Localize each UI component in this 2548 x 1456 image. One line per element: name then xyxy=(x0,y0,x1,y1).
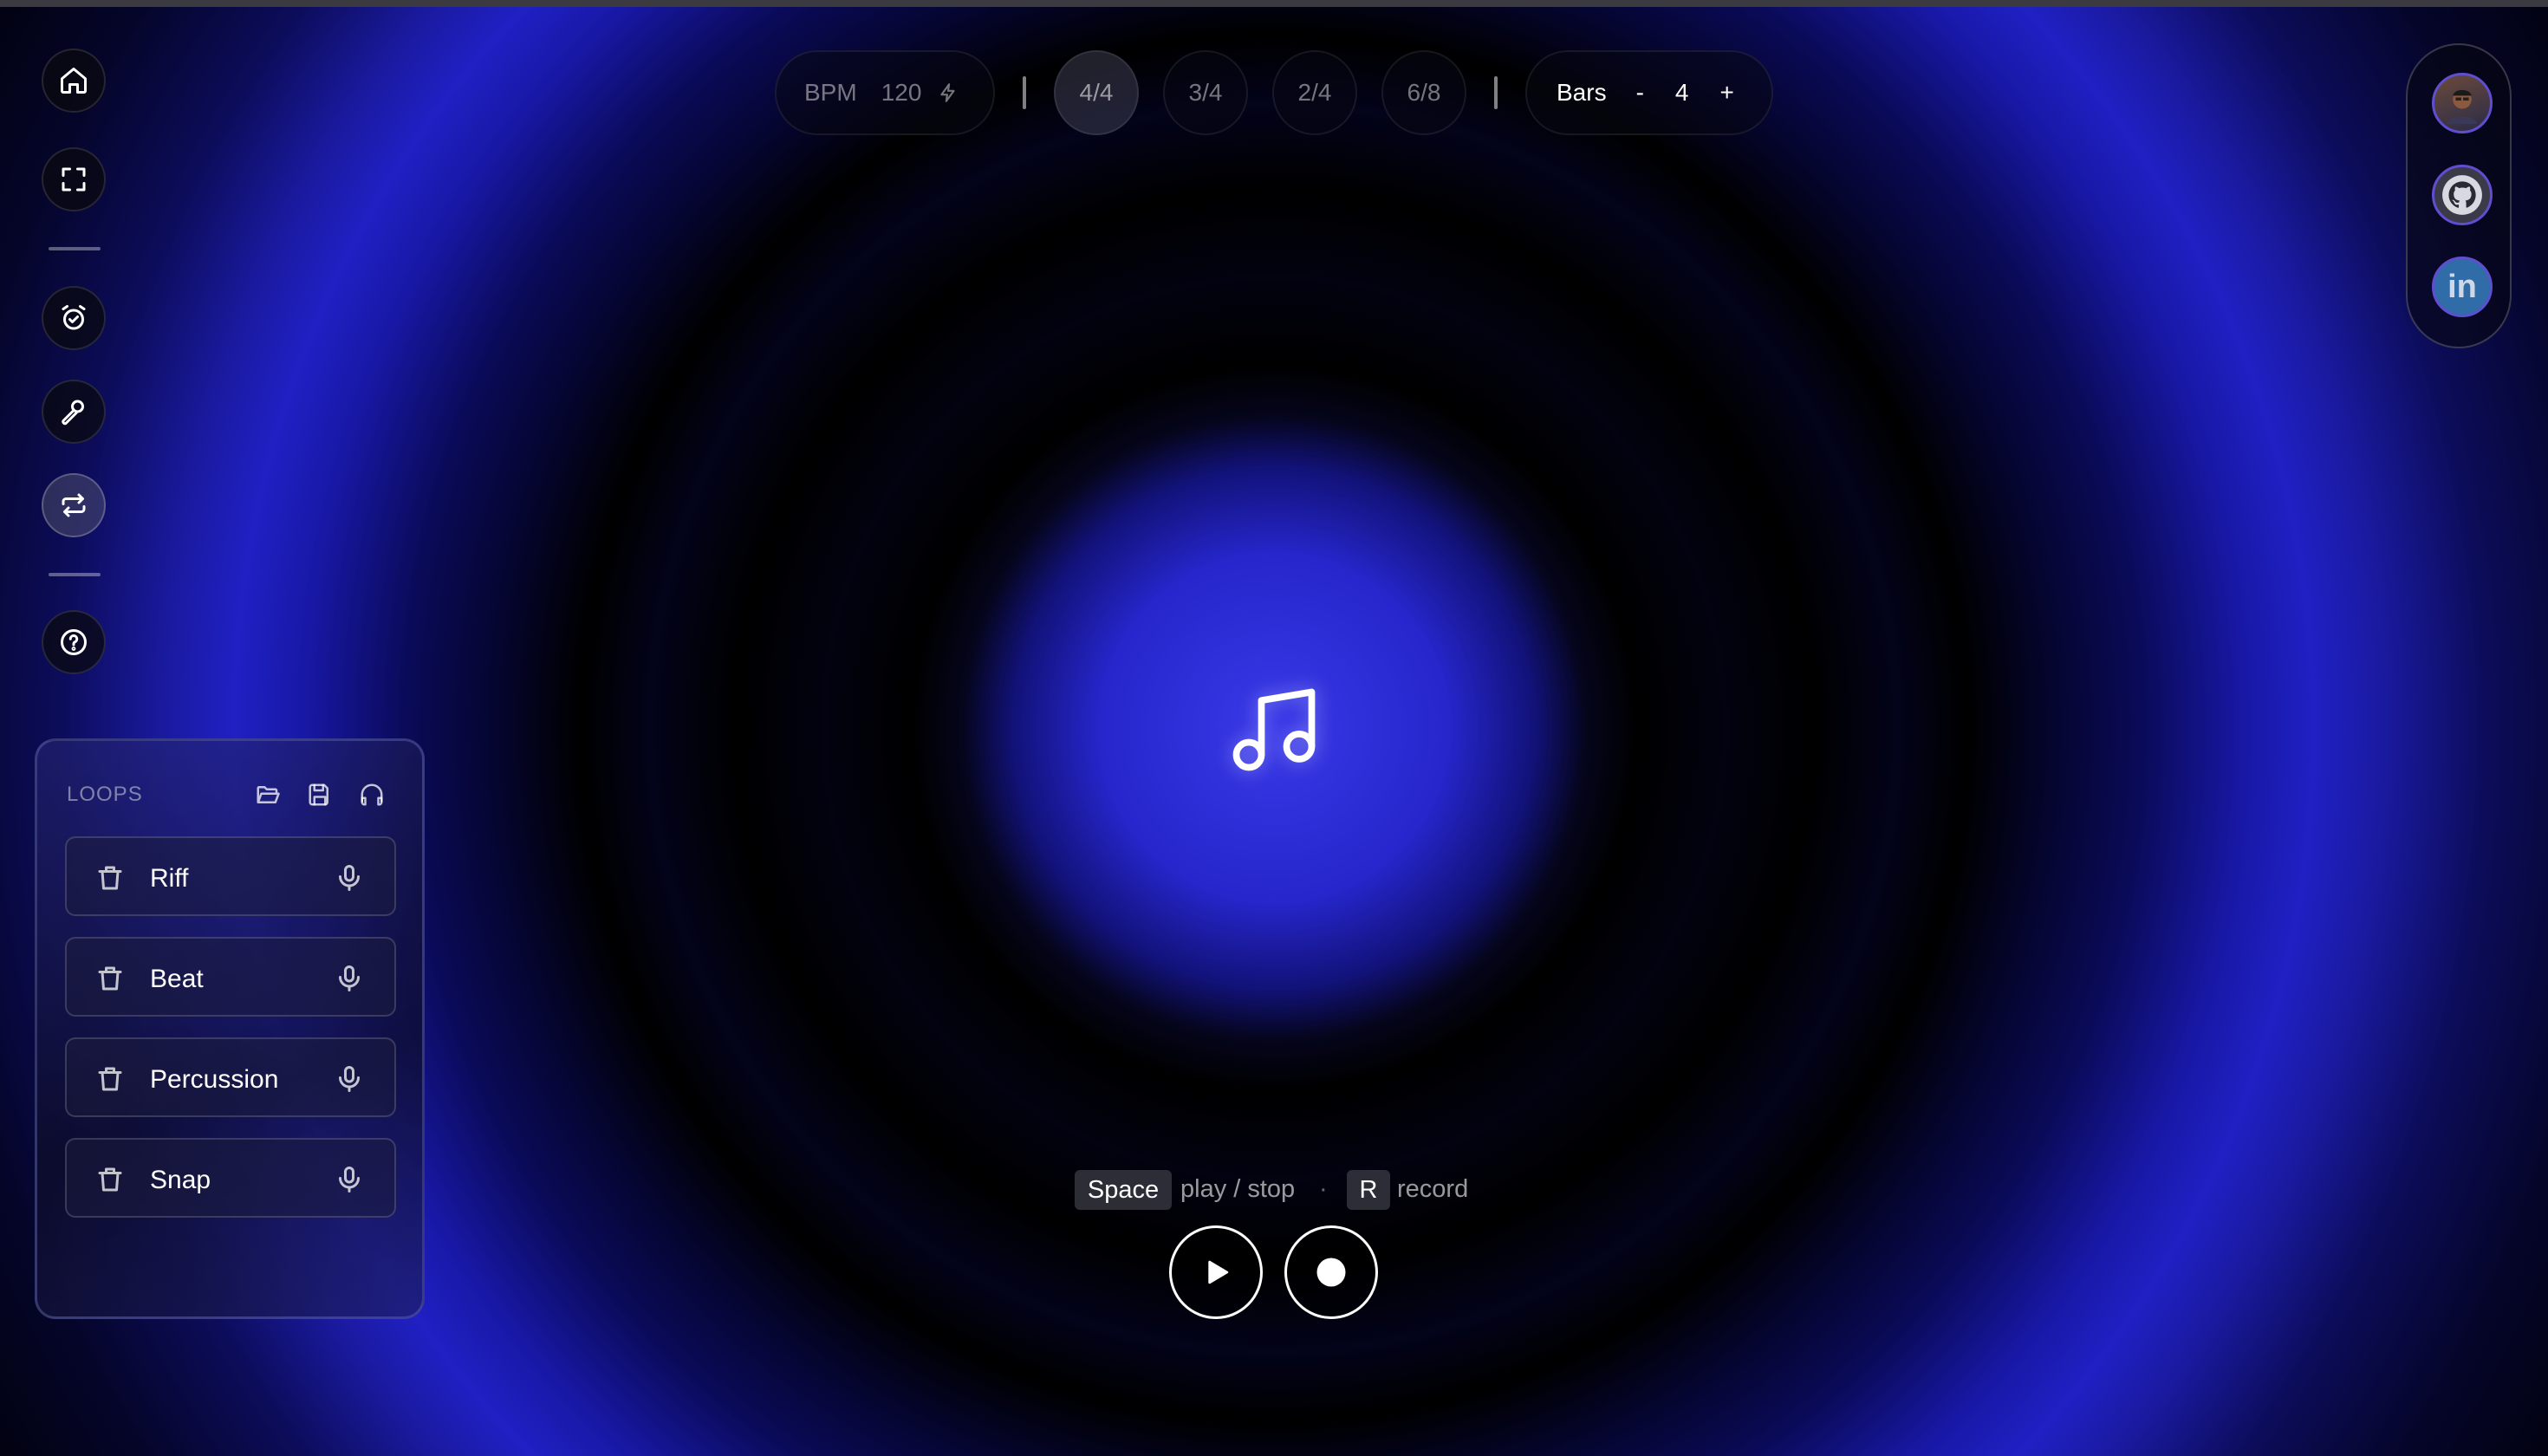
loop-button[interactable] xyxy=(42,473,106,537)
loop-name: Beat xyxy=(150,965,204,993)
loop-item[interactable]: Beat xyxy=(65,937,396,1017)
linkedin-icon: in xyxy=(2447,268,2477,305)
rail-divider xyxy=(49,247,101,250)
trash-icon[interactable] xyxy=(94,1164,126,1195)
play-icon xyxy=(1208,1260,1229,1284)
bpm-label: BPM xyxy=(804,79,857,106)
bars-increment-button[interactable]: + xyxy=(1719,79,1733,107)
folder-open-icon xyxy=(257,786,280,803)
hint-separator: · xyxy=(1319,1175,1328,1203)
space-key-hint: play / stop xyxy=(1180,1175,1296,1203)
bars-decrement-button[interactable]: - xyxy=(1636,79,1644,107)
bpm-control[interactable]: BPM 120 xyxy=(775,50,995,135)
toolbar-divider xyxy=(1494,76,1498,109)
loop-name: Percussion xyxy=(150,1065,279,1094)
record-mic-button[interactable] xyxy=(42,380,106,444)
loops-title: LOOPS xyxy=(67,783,143,806)
brush-icon xyxy=(62,400,84,426)
avatar[interactable] xyxy=(2432,73,2493,133)
save-loops-button[interactable] xyxy=(302,777,337,812)
bars-label: Bars xyxy=(1557,79,1607,106)
home-button[interactable] xyxy=(42,49,106,113)
toolbar-divider xyxy=(1023,76,1026,109)
fullscreen-button[interactable] xyxy=(42,147,106,211)
open-loops-button[interactable] xyxy=(250,777,285,812)
bpm-value[interactable]: 120 xyxy=(881,79,922,107)
record-icon xyxy=(1316,1258,1346,1287)
loops-panel: LOOPS Riff Beat Percussion Snap xyxy=(35,738,425,1319)
mic-icon[interactable] xyxy=(334,963,365,994)
window-top-edge xyxy=(0,0,2548,7)
linkedin-link[interactable]: in xyxy=(2432,257,2493,317)
github-icon xyxy=(2442,175,2482,215)
trash-icon[interactable] xyxy=(94,862,126,894)
loop-item[interactable]: Percussion xyxy=(65,1037,396,1117)
social-links: in xyxy=(2406,43,2512,348)
help-button[interactable] xyxy=(42,610,106,674)
space-key-badge: Space xyxy=(1075,1170,1172,1210)
home-icon xyxy=(61,68,87,94)
monitor-loops-button[interactable] xyxy=(354,777,389,812)
trash-icon[interactable] xyxy=(94,963,126,994)
loop-item[interactable]: Snap xyxy=(65,1138,396,1218)
r-key-badge: R xyxy=(1347,1170,1390,1210)
music-note-icon xyxy=(1232,688,1316,771)
signature-2-4[interactable]: 2/4 xyxy=(1272,50,1357,135)
visualizer-stage: BPM 120 4/4 3/4 2/4 6/8 Bars - 4 + in LO… xyxy=(0,0,2548,1456)
loop-name: Riff xyxy=(150,864,189,893)
loop-item[interactable]: Riff xyxy=(65,836,396,916)
play-button[interactable] xyxy=(1169,1225,1263,1319)
loop-icon xyxy=(62,493,86,517)
metronome-button[interactable] xyxy=(42,286,106,350)
github-link[interactable] xyxy=(2432,165,2493,225)
bars-control: Bars - 4 + xyxy=(1525,50,1773,135)
help-icon xyxy=(61,629,87,655)
loop-name: Snap xyxy=(150,1166,211,1194)
mic-icon[interactable] xyxy=(334,1164,365,1195)
rail-divider xyxy=(49,573,101,576)
record-button[interactable] xyxy=(1284,1225,1378,1319)
signature-3-4[interactable]: 3/4 xyxy=(1163,50,1248,135)
signature-6-8[interactable]: 6/8 xyxy=(1381,50,1466,135)
save-icon xyxy=(309,783,328,806)
r-key-hint: record xyxy=(1397,1175,1469,1203)
headphones-icon xyxy=(361,783,383,806)
lightning-icon[interactable] xyxy=(937,81,959,104)
fullscreen-icon xyxy=(62,167,86,192)
alarm-icon xyxy=(62,305,86,330)
mic-icon[interactable] xyxy=(334,1063,365,1095)
avatar-face xyxy=(2447,89,2478,124)
signature-4-4[interactable]: 4/4 xyxy=(1054,50,1139,135)
mic-icon[interactable] xyxy=(334,862,365,894)
bars-value: 4 xyxy=(1674,79,1689,106)
trash-icon[interactable] xyxy=(94,1063,126,1095)
